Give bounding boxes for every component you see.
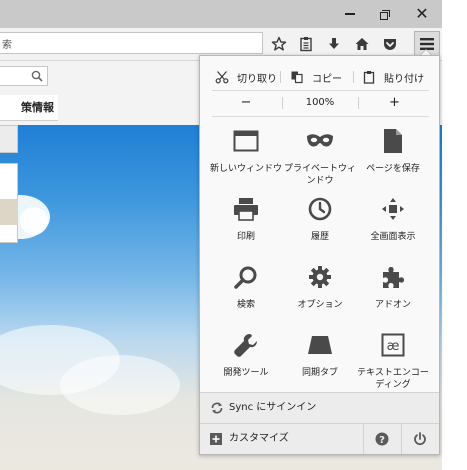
- panel-footer: カスタマイズ ?: [200, 424, 439, 454]
- zoom-reset-button[interactable]: 100%: [284, 92, 356, 114]
- paste-button[interactable]: 貼り付け: [362, 66, 424, 88]
- power-icon: [413, 432, 426, 446]
- window-right-edge: [442, 0, 467, 470]
- gear-icon: [309, 266, 331, 288]
- clipboard-list-icon: [300, 37, 312, 52]
- zoom-separator: [282, 97, 283, 109]
- close-icon: ✕: [415, 4, 429, 23]
- home-icon: [355, 38, 369, 50]
- page-icon: [384, 129, 402, 153]
- cloud-shape: [20, 207, 48, 235]
- sync-label: Sync にサインイン: [229, 402, 317, 413]
- customize-button[interactable]: カスタマイズ: [200, 424, 360, 454]
- download-arrow-icon: [329, 38, 339, 49]
- edit-zoom-divider: [212, 90, 429, 91]
- downloads-button[interactable]: [322, 32, 346, 56]
- customize-label: カスタマイズ: [229, 433, 289, 444]
- synced-tabs-label: 同期タブ: [301, 368, 338, 378]
- security-info-tab[interactable]: 策情報: [0, 95, 58, 121]
- synced-tabs-icon: [308, 336, 332, 354]
- pocket-icon: [384, 39, 396, 50]
- zoom-controls: − 100% +: [212, 92, 429, 114]
- bookmark-star-button[interactable]: [267, 32, 291, 56]
- developer-tools-label: 開発ツール: [223, 368, 269, 378]
- cut-button[interactable]: 切り取り: [215, 66, 277, 88]
- sync-icon: [211, 402, 223, 414]
- svg-text:?: ?: [379, 435, 385, 446]
- page-search-box[interactable]: [0, 66, 48, 86]
- pocket-button[interactable]: [378, 32, 402, 56]
- quit-button[interactable]: [401, 424, 437, 454]
- close-button[interactable]: ✕: [405, 2, 439, 26]
- copy-label: コピー: [312, 73, 342, 85]
- text-encoding-label: テキストエンコーディング: [357, 368, 429, 390]
- window-icon: [233, 130, 259, 152]
- zoom-grid-divider: [212, 116, 429, 117]
- zoom-separator: [358, 97, 359, 109]
- edit-controls: 切り取り コピー 貼り付け: [212, 66, 429, 88]
- options-label: オプション: [297, 300, 343, 310]
- minimize-button[interactable]: [333, 2, 367, 26]
- help-icon: ?: [375, 432, 388, 446]
- fullscreen-label: 全画面表示: [370, 232, 416, 242]
- page-side-strip: [0, 199, 18, 225]
- sync-signin-button[interactable]: Sync にサインイン: [200, 392, 439, 424]
- encoding-icon: æ: [381, 333, 405, 357]
- restore-icon: [380, 9, 390, 20]
- copy-button[interactable]: コピー: [290, 66, 342, 88]
- bookmarks-list-button[interactable]: [294, 32, 318, 56]
- page-side-tab[interactable]: [0, 125, 18, 153]
- search-icon: [234, 266, 257, 289]
- help-button[interactable]: ?: [363, 424, 399, 454]
- hamburger-menu-panel: 切り取り コピー 貼り付け − 100% + 新しいウィンドウ プライベートウィ…: [199, 55, 440, 455]
- edit-separator: [280, 71, 281, 83]
- addons-label: アドオン: [374, 300, 411, 310]
- url-input[interactable]: [0, 33, 264, 53]
- zoom-in-button[interactable]: +: [360, 92, 429, 114]
- fullscreen-icon: [382, 198, 404, 220]
- minimize-icon: [345, 13, 355, 15]
- svg-text:æ: æ: [387, 339, 400, 354]
- url-bar[interactable]: [0, 32, 264, 54]
- search-icon: [31, 70, 43, 82]
- home-button[interactable]: [350, 32, 374, 56]
- mask-icon: [307, 134, 333, 147]
- zoom-out-button[interactable]: −: [212, 92, 280, 114]
- wrench-icon: [234, 334, 257, 357]
- scissors-icon: [215, 71, 229, 84]
- cloud-shape: [60, 355, 180, 415]
- paste-label: 貼り付け: [384, 73, 424, 85]
- clipboard-icon: [363, 71, 375, 84]
- private-window-label: プライベートウィンドウ: [283, 164, 356, 186]
- history-label: 履歴: [310, 232, 329, 242]
- copy-icon: [291, 71, 303, 84]
- plus-square-icon: [210, 433, 222, 445]
- cut-label: 切り取り: [237, 73, 277, 85]
- new-window-label: 新しいウィンドウ: [209, 164, 282, 174]
- print-label: 印刷: [236, 232, 255, 242]
- title-bar: ✕: [0, 0, 442, 28]
- edit-separator: [353, 71, 354, 83]
- clock-icon: [308, 197, 332, 221]
- star-icon: [271, 36, 287, 51]
- printer-icon: [234, 198, 258, 221]
- restore-button[interactable]: [368, 2, 402, 26]
- save-page-label: ページを保存: [366, 164, 420, 174]
- puzzle-icon: [383, 267, 404, 288]
- find-label: 検索: [236, 300, 255, 310]
